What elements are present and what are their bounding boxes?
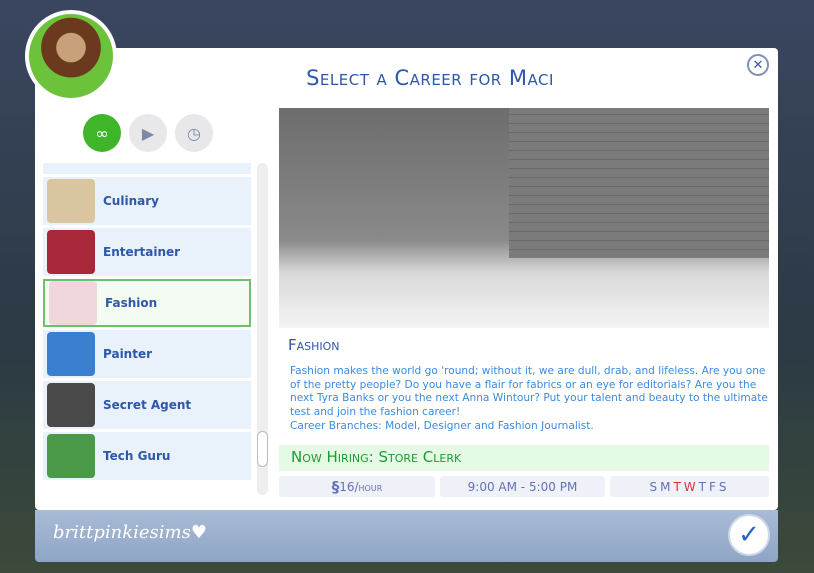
career-label: Painter	[103, 347, 153, 361]
career-label: Secret Agent	[103, 398, 192, 412]
work-hours: 9:00 AM - 5:00 PM	[440, 476, 605, 497]
career-label: Tech Guru	[103, 449, 171, 463]
briefcase-clock-icon[interactable]: ◷	[175, 114, 213, 152]
career-item-culinary[interactable]: Culinary	[43, 177, 251, 225]
career-list: Culinary Entertainer Fashion Painter Sec…	[43, 163, 251, 498]
close-button[interactable]: ✕	[747, 54, 769, 76]
career-item-fashion[interactable]: Fashion	[43, 279, 251, 327]
confirm-button[interactable]: ✓	[728, 514, 770, 556]
career-label: Culinary	[103, 194, 159, 208]
career-label: Entertainer	[103, 245, 181, 259]
career-description: Fashion makes the world go 'round; witho…	[290, 365, 770, 434]
work-days: SMTWTFS	[610, 476, 769, 497]
tech-guru-icon	[47, 434, 95, 478]
career-item-secret-agent[interactable]: Secret Agent	[43, 381, 251, 429]
career-item-tech-guru[interactable]: Tech Guru	[43, 432, 251, 480]
list-item-partial[interactable]	[43, 163, 251, 174]
page-title: Select a Career for Maci	[306, 66, 554, 90]
briefcase-play-icon[interactable]: ▶	[129, 114, 167, 152]
painter-icon	[47, 332, 95, 376]
scrollbar-thumb[interactable]	[257, 431, 268, 467]
entertainer-icon	[47, 230, 95, 274]
career-label: Fashion	[105, 296, 158, 310]
culinary-icon	[47, 179, 95, 223]
fashion-icon	[49, 281, 97, 325]
watermark: brittpinkiesims♥	[53, 522, 207, 543]
dialog-footer: brittpinkiesims♥ ✓	[35, 510, 778, 562]
career-preview-image	[279, 108, 769, 328]
avatar	[25, 10, 117, 102]
career-branches: Career Branches: Model, Designer and Fas…	[290, 419, 594, 432]
scrollbar[interactable]	[257, 163, 268, 495]
career-name: Fashion	[288, 336, 340, 354]
career-dialog: Select a Career for Maci ✕ ∞ ▶ ◷ Culinar…	[35, 48, 778, 510]
infinity-icon[interactable]: ∞	[83, 114, 121, 152]
career-item-painter[interactable]: Painter	[43, 330, 251, 378]
now-hiring: Now Hiring: Store Clerk	[279, 445, 769, 471]
secret-agent-icon	[47, 383, 95, 427]
career-item-entertainer[interactable]: Entertainer	[43, 228, 251, 276]
pay-rate: § 16/hour	[279, 476, 435, 497]
